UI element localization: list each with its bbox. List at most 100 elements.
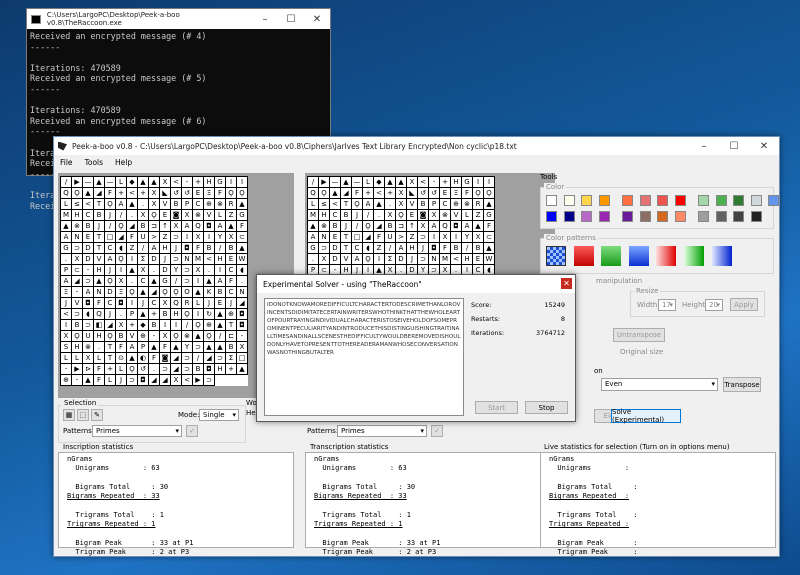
- patterns-select-right[interactable]: Primes: [337, 425, 427, 437]
- grid-cell[interactable]: ↺: [171, 188, 182, 199]
- grid-cell[interactable]: F: [215, 188, 226, 199]
- color-swatch[interactable]: [639, 211, 651, 222]
- grid-cell[interactable]: ◙: [418, 210, 429, 221]
- grid-cell[interactable]: X: [138, 210, 149, 221]
- grid-cell[interactable]: E: [193, 188, 204, 199]
- grid-cell[interactable]: B: [451, 243, 462, 254]
- grid-cell[interactable]: ▲: [204, 342, 215, 353]
- color-swatch[interactable]: [622, 195, 633, 206]
- grid-cell[interactable]: T: [341, 199, 352, 210]
- grid-cell[interactable]: ◣: [160, 188, 171, 199]
- grid-cell[interactable]: ⊃: [72, 243, 83, 254]
- grid-cell[interactable]: ▲: [237, 243, 248, 254]
- grid-cell[interactable]: <: [204, 254, 215, 265]
- grid-cell[interactable]: Ϙ: [226, 188, 237, 199]
- grid-cell[interactable]: F: [193, 243, 204, 254]
- grid-cell[interactable]: -: [61, 364, 72, 375]
- color-swatch[interactable]: [674, 211, 686, 222]
- inscription-grid[interactable]: / ▶ — ▲ — L ◆ ▲ ▲ X < - + H G I I Q Ϙ ▲ ◢ F + < + X ◣ ↺ ↺ E Ξ F Ϙ Ϙ L ≤ < T Ϙ A…: [60, 176, 248, 386]
- grid-cell[interactable]: Σ: [138, 254, 149, 265]
- grid-cell[interactable]: H: [451, 177, 462, 188]
- grid-cell[interactable]: I: [193, 276, 204, 287]
- grid-cell[interactable]: +: [193, 177, 204, 188]
- grid-cell[interactable]: H: [215, 254, 226, 265]
- grid-cell[interactable]: A: [182, 221, 193, 232]
- grid-cell[interactable]: ◆: [127, 177, 138, 188]
- grid-cell[interactable]: ⊗: [182, 331, 193, 342]
- mode-select[interactable]: Single: [199, 409, 239, 421]
- grid-cell[interactable]: Ξ: [451, 188, 462, 199]
- grid-cell[interactable]: F: [160, 342, 171, 353]
- grid-cell[interactable]: L: [105, 375, 116, 386]
- grid-cell[interactable]: E: [226, 254, 237, 265]
- grid-cell[interactable]: F: [462, 188, 473, 199]
- grid-cell[interactable]: ⊃: [171, 232, 182, 243]
- grid-cell[interactable]: Ϙ: [127, 287, 138, 298]
- grid-cell[interactable]: ◢: [160, 375, 171, 386]
- grid-cell[interactable]: Ϙ: [396, 210, 407, 221]
- grid-cell[interactable]: A: [308, 232, 319, 243]
- grid-cell[interactable]: H: [319, 210, 330, 221]
- grid-cell[interactable]: ⊃: [193, 342, 204, 353]
- grid-cell[interactable]: D: [149, 254, 160, 265]
- grid-cell[interactable]: V: [94, 254, 105, 265]
- grid-cell[interactable]: C: [226, 265, 237, 276]
- color-swatch[interactable]: [733, 195, 744, 206]
- red-gradient[interactable]: [574, 246, 594, 266]
- grid-cell[interactable]: R: [182, 298, 193, 309]
- grid-cell[interactable]: ◢: [171, 364, 182, 375]
- grid-cell[interactable]: C: [83, 210, 94, 221]
- grid-cell[interactable]: X: [72, 254, 83, 265]
- grid-cell[interactable]: ▶: [72, 177, 83, 188]
- grid-cell[interactable]: ⊳: [83, 364, 94, 375]
- grid-cell[interactable]: ⊃: [171, 254, 182, 265]
- grid-cell[interactable]: E: [407, 210, 418, 221]
- grid-cell[interactable]: .: [149, 265, 160, 276]
- grid-cell[interactable]: ▲: [94, 276, 105, 287]
- color-swatch[interactable]: [563, 195, 575, 206]
- color-swatch[interactable]: [698, 211, 709, 222]
- grid-cell[interactable]: B: [473, 243, 484, 254]
- grid-cell[interactable]: S: [61, 342, 72, 353]
- apply-button[interactable]: Apply: [730, 298, 758, 311]
- grid-cell[interactable]: Ϙ: [473, 188, 484, 199]
- grid-cell[interactable]: ⊂: [72, 265, 83, 276]
- grid-cell[interactable]: ⊃: [418, 232, 429, 243]
- blue-h-gradient[interactable]: [712, 246, 732, 266]
- grid-cell[interactable]: X: [182, 210, 193, 221]
- grid-cell[interactable]: F: [94, 375, 105, 386]
- grid-cell[interactable]: K: [204, 287, 215, 298]
- grid-cell[interactable]: ⊕: [138, 331, 149, 342]
- grid-cell[interactable]: B: [204, 243, 215, 254]
- grid-cell[interactable]: ⊗: [440, 210, 451, 221]
- grid-cell[interactable]: ⊙: [116, 353, 127, 364]
- grid-cell[interactable]: X: [160, 177, 171, 188]
- grid-cell[interactable]: .: [204, 265, 215, 276]
- grid-cell[interactable]: ⊃: [182, 353, 193, 364]
- grid-cell[interactable]: ▲: [193, 287, 204, 298]
- grid-cell[interactable]: C: [352, 243, 363, 254]
- grid-cell[interactable]: Ζ: [374, 243, 385, 254]
- grid-cell[interactable]: ◙: [160, 353, 171, 364]
- grid-cell[interactable]: -: [72, 287, 83, 298]
- grid-cell[interactable]: ⊏: [226, 331, 237, 342]
- grid-cell[interactable]: B: [385, 221, 396, 232]
- grid-cell[interactable]: /: [462, 243, 473, 254]
- grid-cell[interactable]: L: [193, 298, 204, 309]
- grid-cell[interactable]: I: [374, 254, 385, 265]
- grid-cell[interactable]: Ϙ: [105, 199, 116, 210]
- grid-cell[interactable]: X: [171, 221, 182, 232]
- grid-cell[interactable]: /: [193, 353, 204, 364]
- grid-cell[interactable]: X: [149, 188, 160, 199]
- grid-cell[interactable]: H: [215, 364, 226, 375]
- grid-cell[interactable]: ▲: [215, 309, 226, 320]
- grid-cell[interactable]: X: [319, 254, 330, 265]
- grid-cell[interactable]: Ϙ: [116, 221, 127, 232]
- grid-cell[interactable]: —: [352, 177, 363, 188]
- grid-cell[interactable]: ◖: [237, 265, 248, 276]
- grid-cell[interactable]: ▲: [127, 199, 138, 210]
- grid-cell[interactable]: Ρ: [182, 199, 193, 210]
- grid-cell[interactable]: X: [116, 320, 127, 331]
- grid-cell[interactable]: R: [226, 199, 237, 210]
- grid-cell[interactable]: F: [226, 276, 237, 287]
